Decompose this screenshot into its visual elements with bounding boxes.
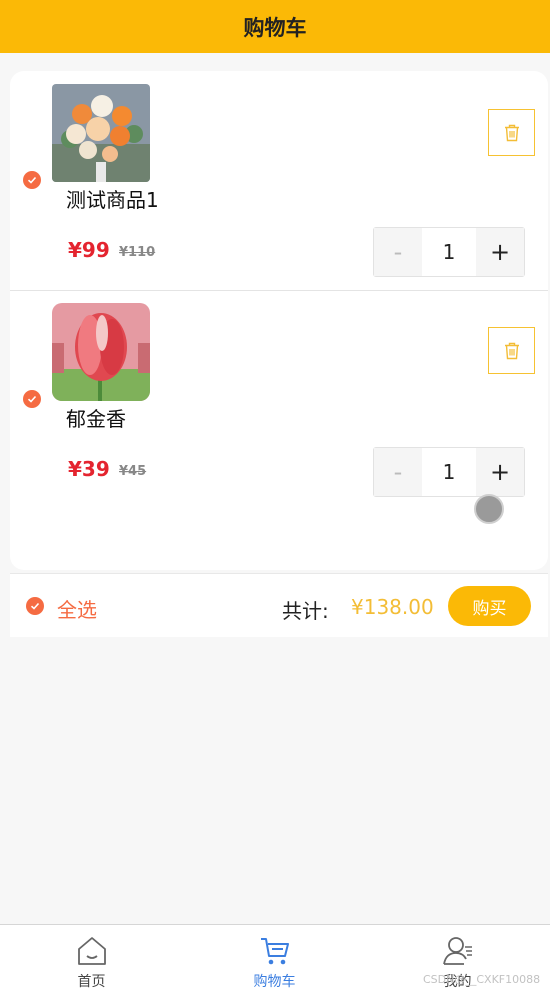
product-name[interactable]: 测试商品1 bbox=[66, 184, 159, 213]
decrease-button[interactable]: - bbox=[374, 228, 422, 276]
decrease-button[interactable]: - bbox=[374, 448, 422, 496]
item-checkbox[interactable] bbox=[23, 390, 41, 408]
item-checkbox[interactable] bbox=[23, 171, 41, 189]
check-icon bbox=[27, 395, 37, 403]
total-price: ¥138.00 bbox=[351, 595, 434, 619]
product-image[interactable] bbox=[52, 303, 150, 401]
increase-button[interactable]: + bbox=[476, 228, 524, 276]
quantity-value[interactable]: 1 bbox=[422, 228, 476, 276]
tab-label: 首页 bbox=[77, 974, 106, 990]
increase-button[interactable]: + bbox=[476, 448, 524, 496]
touch-indicator bbox=[474, 494, 504, 524]
check-icon bbox=[30, 602, 40, 610]
quantity-stepper: - 1 + bbox=[373, 227, 525, 277]
product-price: ¥99 bbox=[68, 238, 110, 262]
cart-item: 郁金香 ¥39 ¥45 - 1 + bbox=[10, 290, 548, 510]
check-icon bbox=[27, 176, 37, 184]
product-image[interactable] bbox=[52, 84, 150, 182]
cart-item: 测试商品1 ¥99 ¥110 - 1 + bbox=[10, 71, 548, 291]
original-price: ¥45 bbox=[119, 464, 147, 479]
page-title: 购物车 bbox=[243, 15, 307, 40]
product-price: ¥39 bbox=[68, 457, 110, 481]
delete-button[interactable] bbox=[488, 109, 535, 156]
watermark: CSDN@__CXKF10088 bbox=[423, 973, 541, 986]
buy-button[interactable]: 购买 bbox=[448, 586, 531, 626]
product-name[interactable]: 郁金香 bbox=[66, 403, 126, 432]
checkout-bar: 全选 共计: ¥138.00 购买 bbox=[10, 573, 548, 637]
select-all-checkbox[interactable] bbox=[26, 597, 44, 615]
trash-icon bbox=[504, 124, 519, 141]
quantity-stepper: - 1 + bbox=[373, 447, 525, 497]
cart-list: 测试商品1 ¥99 ¥110 - 1 + 郁金香 ¥39 ¥45 - 1 + bbox=[10, 71, 548, 570]
tab-cart[interactable]: 购物车 bbox=[183, 925, 366, 992]
tab-label: 购物车 bbox=[253, 974, 296, 990]
tab-home[interactable]: 首页 bbox=[0, 925, 183, 992]
nav-bar: 购物车 bbox=[0, 0, 550, 53]
total-label: 共计: bbox=[282, 599, 329, 623]
trash-icon bbox=[504, 342, 519, 359]
original-price: ¥110 bbox=[119, 245, 156, 260]
delete-button[interactable] bbox=[488, 327, 535, 374]
cart-icon bbox=[261, 938, 289, 965]
quantity-value[interactable]: 1 bbox=[422, 448, 476, 496]
home-icon bbox=[78, 937, 106, 965]
user-icon bbox=[443, 937, 472, 965]
select-all-label[interactable]: 全选 bbox=[57, 594, 97, 623]
